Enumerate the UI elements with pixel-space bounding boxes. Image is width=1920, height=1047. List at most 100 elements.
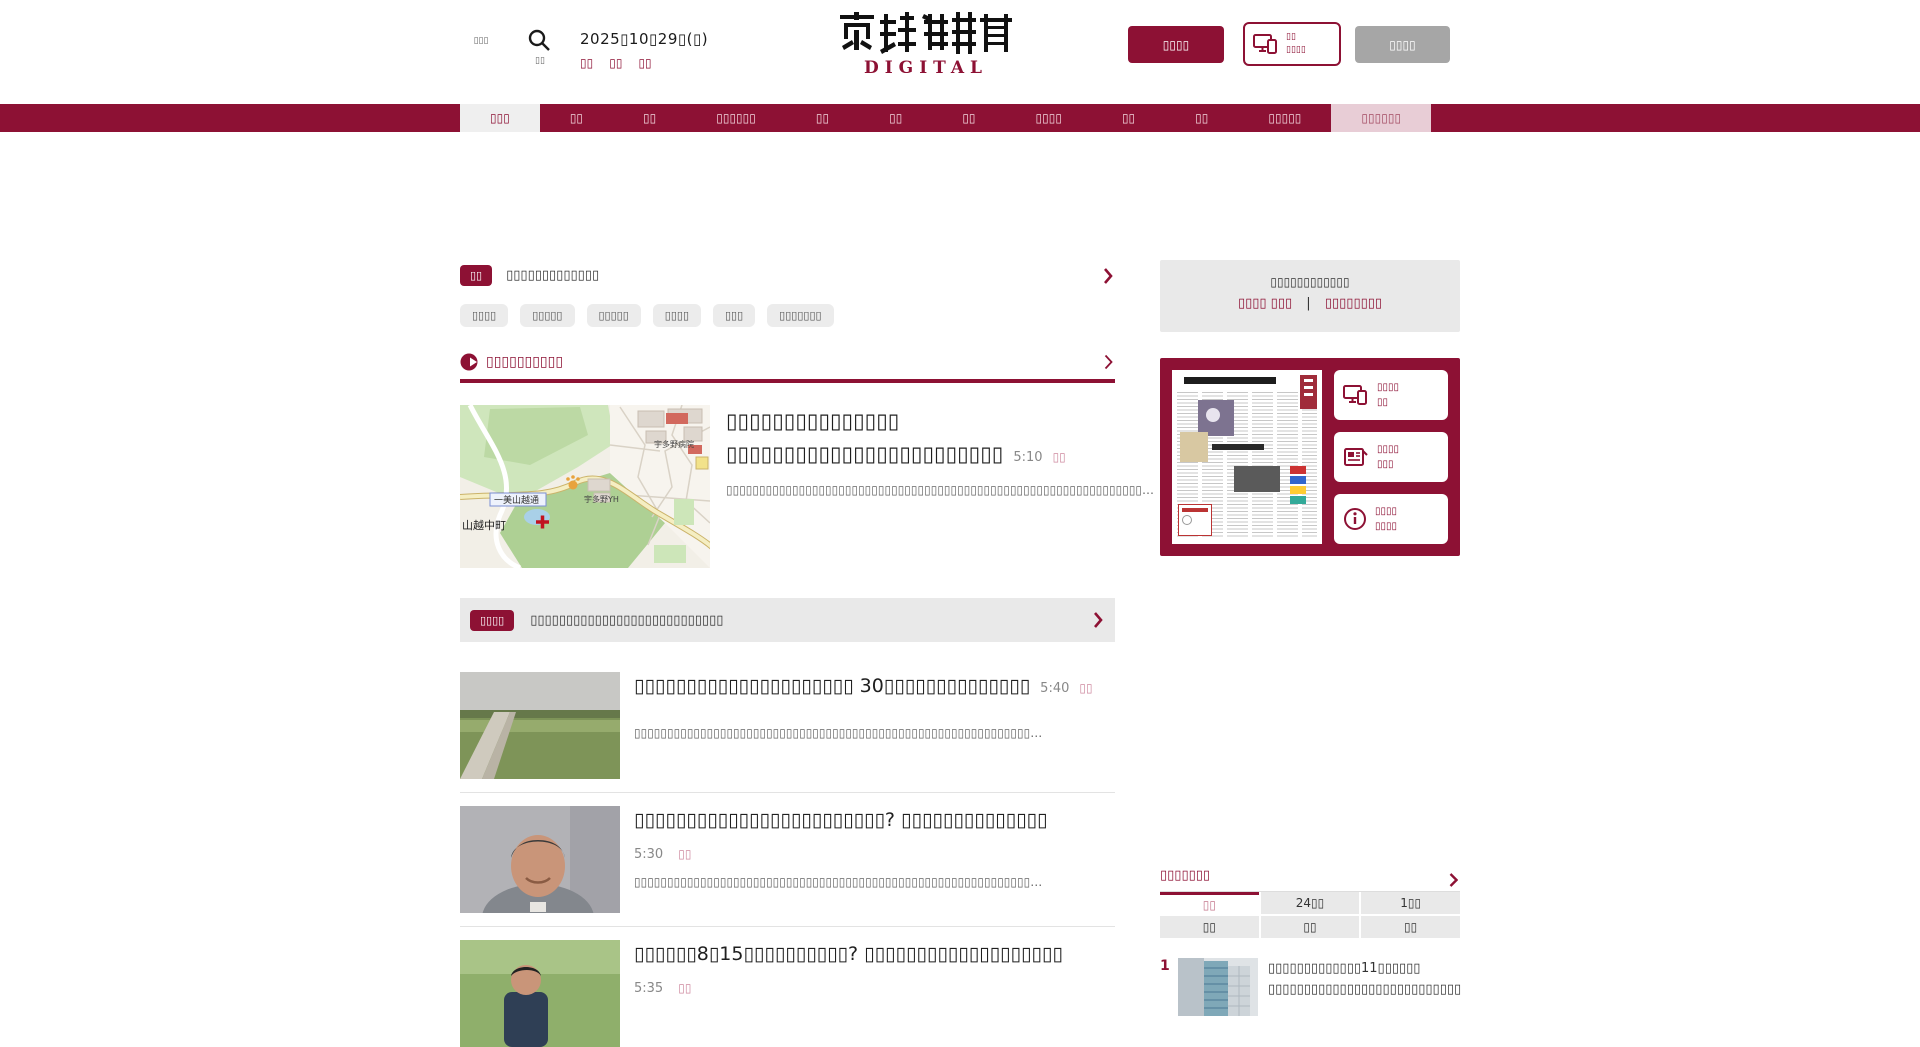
devices-icon	[1343, 384, 1369, 406]
ranking-item-thumbnail	[1178, 958, 1258, 1016]
ranking-title: ▯▯▯▯▯▯▯	[1160, 868, 1210, 883]
nav-item-11[interactable]: ▯▯▯▯▯	[1238, 104, 1331, 132]
nav-item-7[interactable]: ▯▯	[932, 104, 1005, 132]
chevron-right-icon	[1449, 873, 1458, 887]
promo-btn2-line1: ▯▯▯▯	[1377, 442, 1399, 457]
article-2-title: ▯▯▯▯▯▯▯▯▯▯▯▯▯▯▯▯▯▯▯▯▯ 30▯▯▯▯▯▯▯▯▯▯▯▯▯▯	[634, 675, 1030, 697]
paper-viewer-promo: ▯▯▯▯ ▯▯ ▯▯▯▯ ▯▯▯ ▯▯▯▯ ▯▯▯▯	[1160, 358, 1460, 556]
site-logo[interactable]: DIGITAL	[836, 12, 1016, 78]
article-1[interactable]: 一美山越通 山越中町 宇多野YH 宇多野病院 ▯▯▯▯▯▯▯▯▯▯▯▯▯▯▯ ▯…	[460, 405, 1115, 568]
topic-chip-4[interactable]: ▯▯▯▯	[653, 304, 701, 327]
nav-item-5[interactable]: ▯▯	[786, 104, 859, 132]
article-4-time: 5:35	[634, 981, 663, 996]
article-2[interactable]: ▯▯▯▯▯▯▯▯▯▯▯▯▯▯▯▯▯▯▯▯▯ 30▯▯▯▯▯▯▯▯▯▯▯▯▯▯ 5:…	[460, 672, 1115, 779]
ranking-item-1[interactable]: 1 ▯▯▯▯▯▯▯▯▯▯▯▯▯11▯▯▯▯▯▯ ▯▯▯▯▯▯▯▯▯▯▯▯▯▯▯▯…	[1160, 958, 1460, 1016]
account-link-right[interactable]: ▯▯▯▯▯▯▯▯	[1325, 296, 1382, 311]
sidebar: ▯▯▯▯▯▯▯▯▯▯▯▯ ▯▯▯▯ ▯▯▯ | ▯▯▯▯▯▯▯▯	[1160, 260, 1460, 1016]
nav-item-10[interactable]: ▯▯	[1165, 104, 1238, 132]
article-4-title: ▯▯▯▯▯▯8▯15▯▯▯▯▯▯▯▯▯▯? ▯▯▯▯▯▯▯▯▯▯▯▯▯▯▯▯▯▯…	[634, 940, 1115, 969]
login-button[interactable]: ▯▯▯▯	[1355, 26, 1450, 63]
search-icon	[527, 28, 553, 52]
promo-btn1-line2: ▯▯	[1377, 395, 1399, 410]
logo-kanji-art	[836, 12, 1016, 54]
promo-backnumber-button[interactable]: ▯▯▯▯ ▯▯▯	[1334, 432, 1448, 482]
nav-item-4[interactable]: ▯▯▯▯▯▯	[686, 104, 786, 132]
nav-item-3[interactable]: ▯▯	[613, 104, 686, 132]
article-1-title: ▯▯▯▯▯▯▯▯▯▯▯▯▯▯▯ ▯▯▯▯▯▯▯▯▯▯▯▯▯▯▯▯▯▯▯▯▯▯▯▯	[726, 409, 1003, 466]
info-icon	[1343, 507, 1367, 531]
current-date: 2025▯10▯29▯(▯)	[580, 30, 708, 48]
ranking-tab-now[interactable]: ▯▯	[1160, 892, 1259, 914]
date-block: 2025▯10▯29▯(▯) ▯▯ ▯▯ ▯▯	[580, 30, 708, 70]
article-2-image	[460, 672, 620, 779]
account-link-left[interactable]: ▯▯▯▯ ▯▯▯	[1238, 296, 1292, 311]
viewer-button-line1: ▯▯	[1286, 31, 1306, 45]
nav-item-8[interactable]: ▯▯▯▯	[1006, 104, 1092, 132]
promo-viewer-button[interactable]: ▯▯▯▯ ▯▯	[1334, 370, 1448, 420]
notice-badge: ▯▯▯▯	[470, 610, 514, 631]
promo-info-button[interactable]: ▯▯▯▯ ▯▯▯▯	[1334, 494, 1448, 544]
ranking-tab-24h[interactable]: 24▯▯	[1261, 892, 1360, 914]
nav-item-12[interactable]: ▯▯▯▯▯▯	[1331, 104, 1431, 132]
topic-chip-6[interactable]: ▯▯▯▯▯▯▯	[767, 304, 833, 327]
hamburger-menu-button[interactable]: ▯▯▯	[466, 32, 496, 46]
link-separator: |	[1306, 296, 1310, 311]
article-1-excerpt: ▯▯▯▯▯▯▯▯▯▯▯▯▯▯▯▯▯▯▯▯▯▯▯▯▯▯▯▯▯▯▯▯▯▯▯▯▯▯▯▯…	[726, 480, 1154, 502]
section-mark-icon	[460, 353, 478, 371]
main-column: ▯▯ ▯▯▯▯▯▯▯▯▯▯▯▯▯ ▯▯▯▯ ▯▯▯▯▯ ▯▯▯▯▯ ▯▯▯▯ ▯…	[460, 265, 1115, 1047]
svg-text:山越中町: 山越中町	[462, 518, 506, 532]
topic-chip-1[interactable]: ▯▯▯▯	[460, 304, 508, 327]
edition-link-2[interactable]: ▯▯	[609, 56, 622, 70]
devices-icon	[1253, 33, 1279, 55]
nav-item-9[interactable]: ▯▯	[1092, 104, 1165, 132]
article-4[interactable]: ▯▯▯▯▯▯8▯15▯▯▯▯▯▯▯▯▯▯? ▯▯▯▯▯▯▯▯▯▯▯▯▯▯▯▯▯▯…	[460, 940, 1115, 1047]
article-2-time: 5:40	[1040, 681, 1069, 696]
paper-viewer-button[interactable]: ▯▯ ▯▯▯▯	[1243, 22, 1341, 66]
ranking-tab-6[interactable]: ▯▯	[1361, 916, 1460, 938]
article-3-image	[460, 806, 620, 913]
article-3[interactable]: ▯▯▯▯▯▯▯▯▯▯▯▯▯▯▯▯▯▯▯▯▯▯▯▯? ▯▯▯▯▯▯▯▯▯▯▯▯▯▯…	[460, 806, 1115, 913]
nav-item-top[interactable]: ▯▯▯	[460, 104, 540, 132]
ranking-tab-4[interactable]: ▯▯	[1160, 916, 1259, 938]
section-underline	[460, 379, 1115, 383]
article-3-tag: ▯▯	[678, 847, 691, 861]
paper-masthead	[1300, 375, 1317, 409]
ranking-tab-5[interactable]: ▯▯	[1261, 916, 1360, 938]
ranking-section: ▯▯▯▯▯▯▯ ▯▯ 24▯▯ 1▯▯ ▯▯ ▯▯ ▯▯ 1	[1160, 868, 1460, 1016]
search-label: ▯▯	[527, 56, 553, 66]
featured-section-header[interactable]: ▯▯▯▯▯▯▯▯▯▯	[460, 353, 1115, 371]
nav-item-6[interactable]: ▯▯	[859, 104, 932, 132]
article-4-tag: ▯▯	[678, 981, 691, 995]
subscribe-button[interactable]: ▯▯▯▯	[1128, 26, 1224, 63]
article-1-map-image[interactable]: 一美山越通 山越中町 宇多野YH 宇多野病院	[460, 405, 710, 568]
edition-link-3[interactable]: ▯▯	[638, 56, 651, 70]
notice-banner[interactable]: ▯▯▯▯ ▯▯▯▯▯▯▯▯▯▯▯▯▯▯▯▯▯▯▯▯▯▯▯▯▯▯▯	[460, 598, 1115, 642]
breaking-news-row[interactable]: ▯▯ ▯▯▯▯▯▯▯▯▯▯▯▯▯	[460, 265, 1115, 286]
ranking-item-text: ▯▯▯▯▯▯▯▯▯▯▯▯▯11▯▯▯▯▯▯ ▯▯▯▯▯▯▯▯▯▯▯▯▯▯▯▯▯▯…	[1268, 958, 1461, 1016]
ranking-tabs-row2: ▯▯ ▯▯ ▯▯	[1160, 916, 1460, 938]
chevron-right-icon	[1093, 612, 1103, 628]
article-1-tag: ▯▯	[1053, 450, 1066, 464]
topic-chips: ▯▯▯▯ ▯▯▯▯▯ ▯▯▯▯▯ ▯▯▯▯ ▯▯▯ ▯▯▯▯▯▯▯	[460, 304, 1115, 327]
topic-chip-3[interactable]: ▯▯▯▯▯	[587, 304, 641, 327]
article-3-time: 5:30	[634, 847, 663, 862]
promo-btn3-line2: ▯▯▯▯	[1375, 519, 1397, 534]
hamburger-label: ▯▯▯	[466, 36, 496, 46]
promo-btn1-line1: ▯▯▯▯	[1377, 380, 1399, 395]
newspaper-front-page-thumbnail[interactable]	[1172, 370, 1322, 544]
notice-text: ▯▯▯▯▯▯▯▯▯▯▯▯▯▯▯▯▯▯▯▯▯▯▯▯▯▯▯	[530, 613, 723, 628]
ranking-tab-1w[interactable]: 1▯▯	[1361, 892, 1460, 914]
article-2-excerpt: ▯▯▯▯▯▯▯▯▯▯▯▯▯▯▯▯▯▯▯▯▯▯▯▯▯▯▯▯▯▯▯▯▯▯▯▯▯▯▯▯…	[634, 723, 1115, 745]
divider	[460, 926, 1115, 927]
topic-chip-2[interactable]: ▯▯▯▯▯	[520, 304, 574, 327]
article-1-time: 5:10	[1013, 450, 1042, 465]
article-3-title: ▯▯▯▯▯▯▯▯▯▯▯▯▯▯▯▯▯▯▯▯▯▯▯▯? ▯▯▯▯▯▯▯▯▯▯▯▯▯▯	[634, 806, 1115, 835]
nav-item-2[interactable]: ▯▯	[540, 104, 613, 132]
viewer-button-line2: ▯▯▯▯	[1286, 44, 1306, 58]
chevron-right-icon	[1103, 268, 1113, 284]
topic-chip-5[interactable]: ▯▯▯	[713, 304, 755, 327]
ranking-tabs-row1: ▯▯ 24▯▯ 1▯▯	[1160, 892, 1460, 914]
edition-link-1[interactable]: ▯▯	[580, 56, 593, 70]
divider	[460, 792, 1115, 793]
search-button[interactable]: ▯▯	[527, 28, 553, 66]
